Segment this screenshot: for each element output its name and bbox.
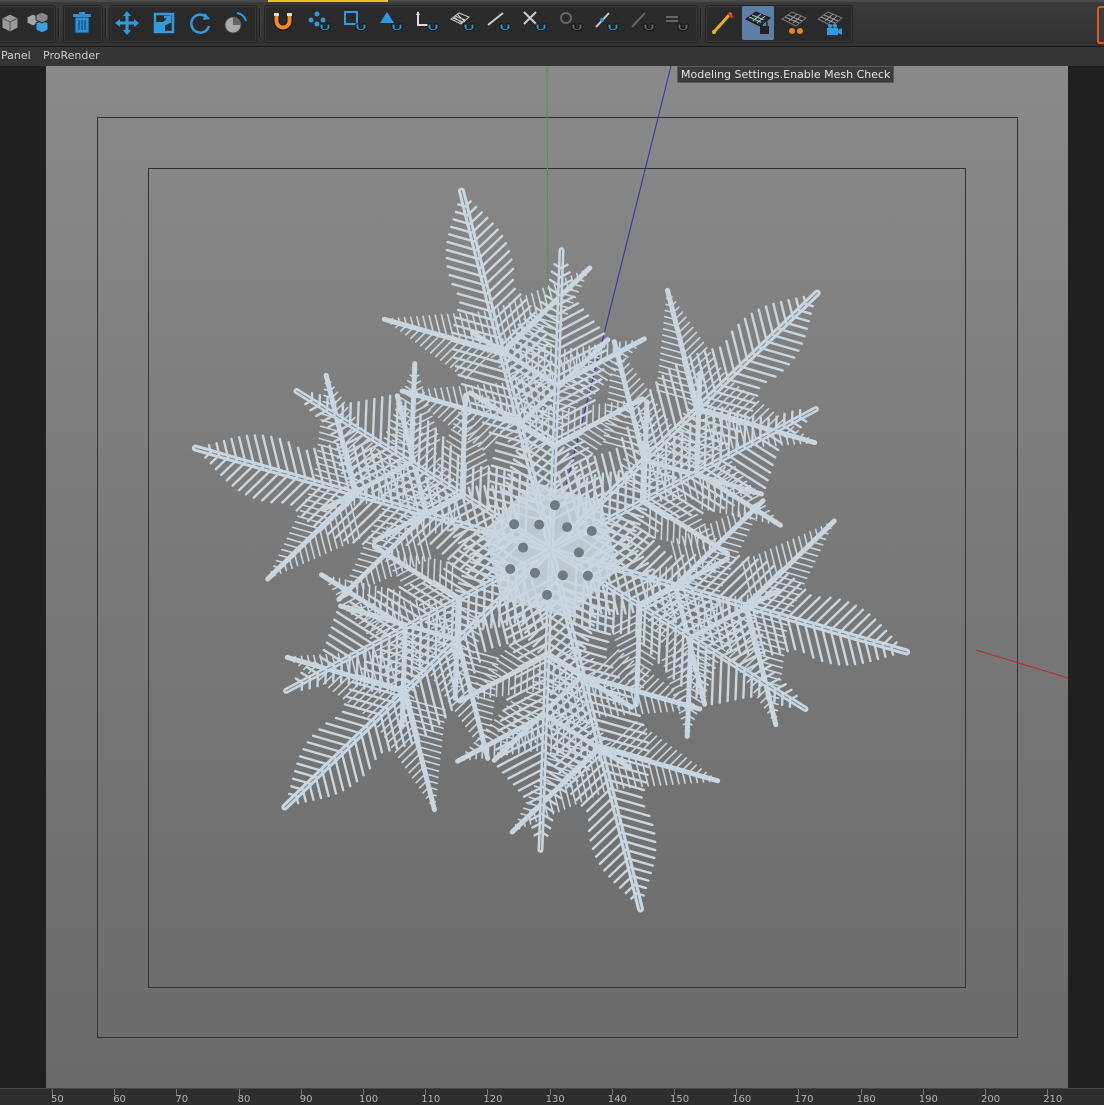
- timeline-label: 150: [670, 1094, 689, 1105]
- tooltip: Modeling Settings.Enable Mesh Check: [677, 66, 894, 83]
- toolbar-overflow-tab[interactable]: [1097, 6, 1104, 44]
- toolbar-separator: [58, 8, 59, 38]
- timeline-label: 200: [981, 1094, 1000, 1105]
- toolbar-highlight-strip: [268, 0, 388, 2]
- timeline-label: 130: [546, 1094, 565, 1105]
- timeline-label: 110: [421, 1094, 440, 1105]
- timeline-label: 100: [359, 1094, 378, 1105]
- cubes-icon[interactable]: [22, 6, 54, 40]
- scene-render: [46, 66, 1068, 1088]
- timeline-label: 60: [113, 1094, 126, 1105]
- snap-box-icon[interactable]: [339, 6, 371, 40]
- timeline-label: 80: [238, 1094, 251, 1105]
- trash-icon[interactable]: [66, 6, 98, 40]
- viewport-menu-bar: Panel ProRender: [0, 47, 1104, 67]
- timeline-label: 50: [51, 1094, 64, 1105]
- timeline-label: 120: [483, 1094, 502, 1105]
- snap-intersect-icon[interactable]: [519, 6, 551, 40]
- toolbar-separator: [105, 8, 106, 38]
- toolbar-separator: [259, 8, 260, 38]
- x-axis-line: [976, 650, 1068, 678]
- snap-disabled-a-icon[interactable]: [555, 6, 587, 40]
- mesh-camera-icon[interactable]: [814, 6, 846, 40]
- snowflake-model: [195, 191, 906, 909]
- scale-icon[interactable]: [148, 6, 180, 40]
- viewport-right-border: [1068, 66, 1104, 1088]
- toolbar-top-line: [0, 0, 1104, 2]
- viewport-left-border: [0, 66, 46, 1088]
- live-selection-icon[interactable]: [219, 6, 251, 40]
- snap-edge-icon[interactable]: [483, 6, 515, 40]
- rotate-icon[interactable]: [184, 6, 216, 40]
- snap-disabled-c-icon[interactable]: [661, 6, 693, 40]
- timeline-ruler[interactable]: 50 60 70 80 90 100 110 120 130 140 150 160 170 180 190…: [0, 1088, 1104, 1105]
- timeline-label: 70: [175, 1094, 188, 1105]
- menu-panel[interactable]: Panel: [1, 49, 31, 62]
- mesh-check-icon[interactable]: [742, 6, 774, 40]
- main-toolbar: [0, 0, 1104, 47]
- snap-line-icon[interactable]: [591, 6, 623, 40]
- snap-axis-icon[interactable]: [411, 6, 443, 40]
- snap-grid-icon[interactable]: [447, 6, 479, 40]
- snap-magnet-icon[interactable]: [267, 6, 299, 40]
- timeline-label: 140: [608, 1094, 627, 1105]
- timeline-label: 210: [1043, 1094, 1062, 1105]
- timeline-label: 160: [732, 1094, 751, 1105]
- snap-triangle-icon[interactable]: [375, 6, 407, 40]
- menu-prorender[interactable]: ProRender: [43, 49, 100, 62]
- timeline-label: 90: [300, 1094, 313, 1105]
- mesh-render-icon[interactable]: [778, 6, 810, 40]
- timeline-label: 180: [857, 1094, 876, 1105]
- paint-tool-icon[interactable]: [707, 6, 739, 40]
- move-icon[interactable]: [111, 6, 143, 40]
- timeline-label: 190: [919, 1094, 938, 1105]
- toolbar-separator: [700, 8, 701, 38]
- timeline-label: 170: [794, 1094, 813, 1105]
- 3d-viewport[interactable]: Modeling Settings.Enable Mesh Check: [46, 66, 1068, 1088]
- snap-points-icon[interactable]: [303, 6, 335, 40]
- snap-disabled-b-icon[interactable]: [627, 6, 659, 40]
